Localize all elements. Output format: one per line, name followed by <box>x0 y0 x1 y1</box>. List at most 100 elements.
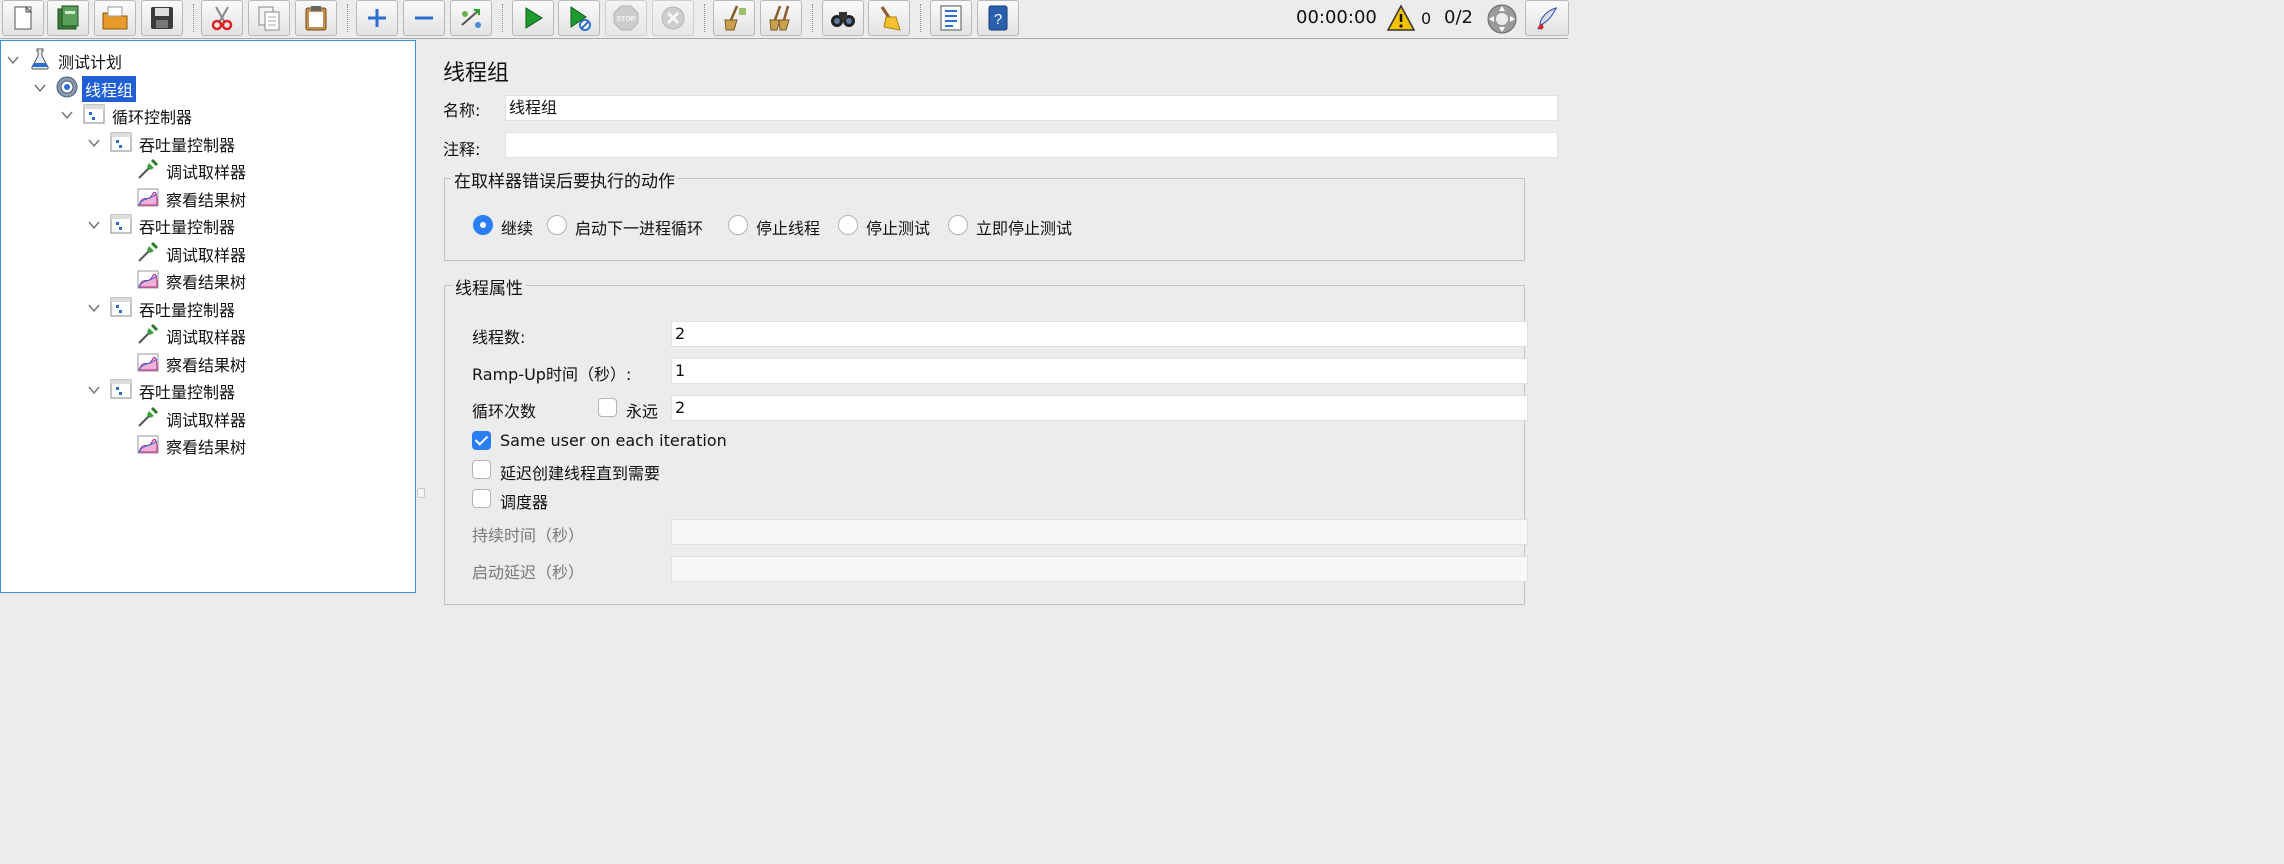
page-title: 线程组 <box>443 61 510 86</box>
threads-label: 线程数: <box>472 328 526 347</box>
duration-field[interactable] <box>671 519 1528 545</box>
name-label: 名称: <box>443 101 481 120</box>
split-pane-divider[interactable] <box>416 40 426 593</box>
templates-button[interactable] <box>47 0 89 36</box>
binoculars-icon <box>831 12 855 27</box>
tree-node[interactable]: 吞吐量控制器 <box>1 294 415 320</box>
radio-stop-test[interactable] <box>838 215 858 235</box>
tree-node[interactable]: 吞吐量控制器 <box>1 376 415 402</box>
start-no-pauses-button[interactable] <box>558 0 600 36</box>
split-pane-handle[interactable] <box>417 488 425 498</box>
remote-status-icon[interactable] <box>1486 3 1518 35</box>
cut-button[interactable] <box>201 0 243 36</box>
controller-icon <box>109 212 133 236</box>
tree-node[interactable]: 察看结果树 <box>1 431 415 457</box>
threads-field[interactable]: 2 <box>671 321 1528 347</box>
chevron-down-icon[interactable] <box>6 52 20 66</box>
chevron-down-icon[interactable] <box>33 80 47 94</box>
radio-continue[interactable] <box>473 215 493 235</box>
chevron-down-icon[interactable] <box>87 382 101 396</box>
new-button[interactable] <box>2 0 44 36</box>
paste-button[interactable] <box>295 0 337 36</box>
tree-node[interactable]: 察看结果树 <box>1 184 415 210</box>
sampler-error-action-title: 在取样器错误后要执行的动作 <box>451 167 678 192</box>
comment-field[interactable] <box>505 132 1558 158</box>
radio-start-next-loop[interactable] <box>547 215 567 235</box>
clear-all-button[interactable] <box>760 0 802 36</box>
thread-group-icon <box>55 75 79 99</box>
save-button[interactable] <box>141 0 183 36</box>
chevron-down-icon[interactable] <box>87 300 101 314</box>
tree-node[interactable]: 测试计划 <box>1 46 415 72</box>
sampler-icon <box>136 405 160 429</box>
radio-stop-thread-label: 停止线程 <box>756 219 821 238</box>
tree-node[interactable]: 循环控制器 <box>1 101 415 127</box>
sampler-icon <box>136 240 160 264</box>
chevron-down-icon[interactable] <box>87 135 101 149</box>
tree-node-label: 调试取样器 <box>166 245 247 265</box>
elapsed-timer: 00:00:00 <box>1296 7 1377 28</box>
log-viewer-button[interactable] <box>1525 0 1569 36</box>
tree-node-label: 测试计划 <box>58 53 123 72</box>
test-plan-icon <box>28 47 52 71</box>
tree-node[interactable]: 察看结果树 <box>1 266 415 292</box>
name-field[interactable]: 线程组 <box>505 95 1558 121</box>
start-button[interactable] <box>512 0 554 36</box>
function-helper-button[interactable] <box>930 0 972 36</box>
toolbar-separator <box>812 4 813 32</box>
listener-icon <box>136 267 160 291</box>
startup-delay-field[interactable] <box>671 556 1528 582</box>
tree-node[interactable]: 吞吐量控制器 <box>1 211 415 237</box>
stop-button[interactable]: STOP <box>605 0 647 36</box>
scheduler-label: 调度器 <box>500 493 549 512</box>
tree-node[interactable]: 调试取样器 <box>1 404 415 430</box>
tree-node[interactable]: 察看结果树 <box>1 349 415 375</box>
tree-node[interactable]: 调试取样器 <box>1 321 415 347</box>
radio-stop-test-now[interactable] <box>948 215 968 235</box>
tree-node[interactable]: 线程组 <box>1 74 415 102</box>
chevron-down-icon[interactable] <box>87 217 101 231</box>
open-button[interactable] <box>94 0 136 36</box>
tree-node-label: 吞吐量控制器 <box>139 135 236 155</box>
chevron-down-icon[interactable] <box>60 107 74 121</box>
delay-thread-creation-checkbox[interactable] <box>472 460 491 479</box>
test-plan-tree[interactable]: 测试计划 线程组 循环控制器 吞吐量控制器 调试取样器 察看结果树 吞吐量控制器 调试取样器察… <box>0 40 416 593</box>
warning-icon[interactable] <box>1386 4 1416 32</box>
listener-icon <box>136 185 160 209</box>
loop-count-label: 循环次数 <box>472 402 537 421</box>
rampup-field[interactable]: 1 <box>671 358 1528 384</box>
open-icon <box>102 6 128 30</box>
toggle-button[interactable] <box>450 0 492 36</box>
clear-button[interactable] <box>713 0 755 36</box>
help-button[interactable]: ? <box>977 0 1019 36</box>
stop-icon-label: STOP <box>617 16 636 23</box>
forever-checkbox[interactable] <box>598 398 617 417</box>
controller-icon <box>109 377 133 401</box>
tree-node[interactable]: 调试取样器 <box>1 239 415 265</box>
duration-label: 持续时间（秒） <box>472 526 585 545</box>
tree-node-label: 察看结果树 <box>166 438 247 457</box>
copy-button[interactable] <box>248 0 290 36</box>
start-icon <box>525 7 543 29</box>
toggle-icon <box>461 9 481 28</box>
tree-node[interactable]: 吞吐量控制器 <box>1 129 415 155</box>
tree-node-label: 察看结果树 <box>166 355 247 375</box>
radio-stop-thread[interactable] <box>728 215 748 235</box>
search-button[interactable] <box>822 0 864 36</box>
loop-count-field[interactable]: 2 <box>671 395 1528 421</box>
plus-icon <box>368 9 386 27</box>
tree-node[interactable]: 调试取样器 <box>1 156 415 182</box>
radio-continue-label: 继续 <box>501 219 534 238</box>
expand-button[interactable] <box>356 0 398 36</box>
clear-all-icon <box>769 5 790 31</box>
tree-node-label: 调试取样器 <box>166 410 247 430</box>
feather-icon <box>1537 7 1557 30</box>
shutdown-button[interactable] <box>652 0 694 36</box>
same-user-checkbox[interactable] <box>472 431 491 450</box>
reset-search-button[interactable] <box>868 0 910 36</box>
collapse-button[interactable] <box>403 0 445 36</box>
paste-icon <box>305 6 327 31</box>
scheduler-checkbox[interactable] <box>472 489 491 508</box>
forever-label: 永远 <box>626 402 659 421</box>
tree-node-label: 吞吐量控制器 <box>139 218 236 237</box>
